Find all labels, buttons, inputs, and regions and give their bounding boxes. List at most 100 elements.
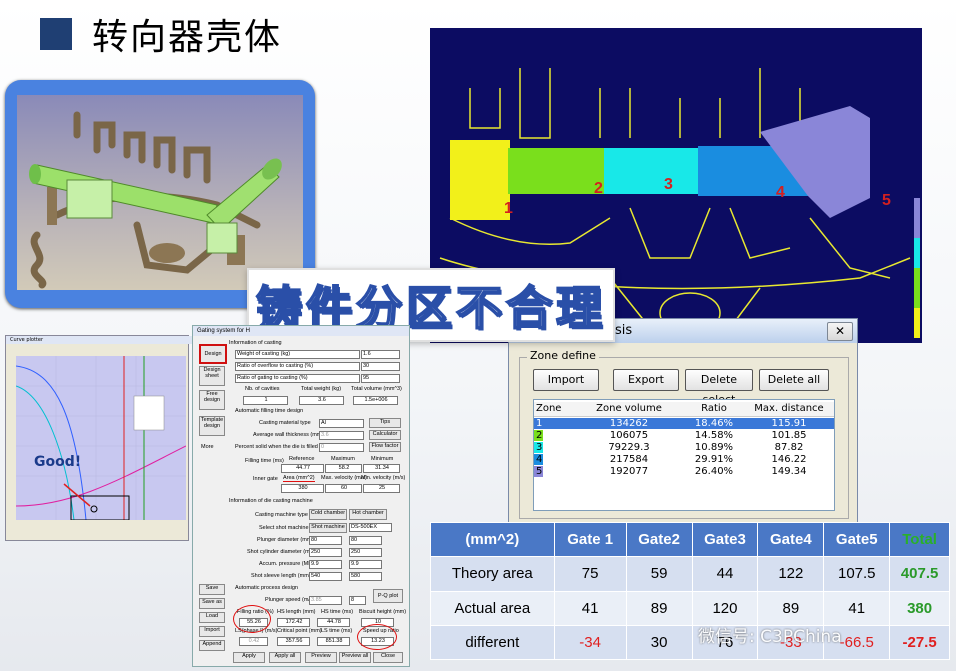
cell: 122	[757, 556, 825, 592]
zone-row-4[interactable]: 4 217584 29.91% 146.22	[534, 454, 834, 465]
header-gate2: Gate2	[625, 521, 693, 558]
material-select[interactable]: Al	[319, 419, 364, 428]
save-button[interactable]: Save	[199, 584, 225, 595]
weight-input[interactable]: 1.6	[361, 350, 400, 359]
zone-table[interactable]: Zone Zone volume Ratio Max. distance 1 1…	[533, 399, 835, 511]
append-button[interactable]: Append	[199, 640, 225, 651]
weight-select[interactable]: Weight of casting (kg)	[235, 350, 360, 359]
delete-select-button[interactable]: Delete select	[685, 369, 753, 406]
gate-min-velocity[interactable]: 25	[363, 484, 400, 493]
header-gate5: Gate5	[823, 521, 891, 558]
close-button[interactable]: Close	[373, 652, 403, 663]
max-velocity-label: Max. velocity (m/s)	[321, 475, 367, 481]
plunger-speed-2[interactable]: 8	[349, 596, 366, 605]
fill-maximum[interactable]: 58.2	[325, 464, 362, 473]
wall-input[interactable]: 3.6	[319, 431, 364, 440]
export-button[interactable]: Export	[613, 369, 679, 391]
curve-plotter-window: Curve plotter Good!	[5, 335, 192, 541]
header-total: Total	[889, 521, 950, 558]
sleeve-value-2[interactable]: 580	[349, 572, 382, 581]
plot-title: Curve plotter	[10, 337, 44, 343]
total-volume-label: Total volume (mm^3)	[351, 386, 402, 392]
zone-2	[508, 148, 604, 194]
watermark: 微信号: C3PChina	[698, 627, 842, 647]
design-sheet-button[interactable]: Design sheet	[199, 366, 225, 386]
zone-row-2[interactable]: 2 106075 14.58% 101.85	[534, 430, 834, 441]
import-button[interactable]: Import	[533, 369, 599, 391]
title-bullet	[40, 18, 72, 50]
plunger-speed-label: Plunger speed (m/s)	[265, 597, 315, 603]
section-machine: Information of die casting machine	[229, 498, 313, 504]
accum-value-1[interactable]: 9.9	[309, 560, 342, 569]
apply-button[interactable]: Apply	[233, 652, 265, 663]
zone-row-5[interactable]: 5 192077 26.40% 149.34	[534, 466, 834, 477]
hot-chamber-button[interactable]: Hot chamber	[349, 509, 387, 520]
cell: 192077	[609, 466, 649, 477]
gate-max-velocity[interactable]: 60	[325, 484, 362, 493]
highlight-filling-ratio	[233, 605, 271, 633]
template-design-button[interactable]: Template design	[199, 416, 225, 436]
table-row: Actual area 41 89 120 89 41 380	[430, 590, 950, 626]
tips-button[interactable]: Tips	[369, 418, 401, 428]
shot-cyl-value-2[interactable]: 250	[349, 548, 382, 557]
plunger-speed-1[interactable]: 3.85	[309, 596, 342, 605]
zone-label-5: 5	[882, 192, 891, 209]
col-max-distance[interactable]: Max. distance	[746, 402, 832, 416]
zone-row-1[interactable]: 1 134262 18.46% 115.91	[534, 418, 834, 429]
reference-label: Reference	[289, 456, 315, 462]
cold-chamber-button[interactable]: Cold chamber	[309, 509, 347, 520]
inner-gate-label: Inner gate	[253, 476, 278, 482]
sleeve-value-1[interactable]: 540	[309, 572, 342, 581]
cavities-input[interactable]: 1	[243, 396, 288, 405]
design-button[interactable]: Design	[199, 344, 227, 364]
fill-minimum[interactable]: 31.34	[363, 464, 400, 473]
biscuit-label: Biscuit height (mm)	[359, 609, 407, 615]
ls-phase-value: 0.42	[239, 637, 268, 646]
zone-row-3[interactable]: 3 79229.3 10.89% 87.82	[534, 442, 834, 453]
free-design-button[interactable]: Free design	[199, 390, 225, 410]
col-zone-volume[interactable]: Zone volume	[584, 402, 674, 416]
more-checkbox[interactable]: More	[201, 444, 214, 450]
plunger-value-2[interactable]: 80	[349, 536, 382, 545]
section-casting: Information of casting	[229, 340, 282, 346]
row-label: Theory area	[430, 556, 555, 592]
shot-cyl-value-1[interactable]: 250	[309, 548, 342, 557]
plunger-value-1[interactable]: 80	[309, 536, 342, 545]
shot-machine-button[interactable]: Shot machine	[309, 523, 347, 533]
cell: 41	[553, 590, 627, 626]
gate-area-comparison-table: (mm^2) Gate 1 Gate2 Gate3 Gate4 Gate5 To…	[430, 521, 950, 661]
row-label: Actual area	[430, 590, 555, 626]
pq-plot-button[interactable]: P-Q plot	[373, 589, 403, 603]
save-as-button[interactable]: Save as	[199, 598, 225, 609]
cell: 75	[553, 556, 627, 592]
overflow-select[interactable]: Ratio of overflow to casting (%)	[235, 362, 360, 371]
preview-button[interactable]: Preview	[305, 652, 337, 663]
cell: 18.46%	[694, 418, 734, 429]
close-button[interactable]: ✕	[827, 322, 853, 341]
calculator-button[interactable]: Calculator	[369, 430, 401, 440]
flow-factor-button[interactable]: Flow factor	[369, 442, 401, 452]
plot-toolbar[interactable]	[6, 345, 188, 353]
preview-all-button[interactable]: Preview all	[339, 652, 371, 663]
col-ratio[interactable]: Ratio	[684, 402, 744, 416]
percent-label: Percent solid when the die is filled (%)	[235, 444, 328, 450]
auto-process-checkbox[interactable]: Automatic process design	[235, 585, 298, 591]
gating-ratio-input[interactable]: 95	[361, 374, 400, 383]
overflow-input[interactable]: 30	[361, 362, 400, 371]
cell: 115.91	[771, 418, 807, 429]
machine-model: DS-500EX	[349, 523, 392, 532]
auto-fill-checkbox[interactable]: Automatic filling time design	[235, 408, 303, 414]
gate-area[interactable]: 380	[281, 484, 324, 493]
load-button[interactable]: Load	[199, 612, 225, 623]
import-button[interactable]: Import	[199, 626, 225, 637]
select-machine-label: Select shot machine	[259, 525, 309, 531]
col-zone[interactable]: Zone	[536, 402, 566, 416]
total-volume-value: 1.5e+006	[353, 396, 398, 405]
apply-all-button[interactable]: Apply all	[269, 652, 301, 663]
accum-value-2[interactable]: 9.9	[349, 560, 382, 569]
gating-ratio-select[interactable]: Ratio of gating to casting (%)	[235, 374, 360, 383]
cell: 101.85	[771, 430, 807, 441]
sleeve-label: Shot sleeve length (mm)	[251, 573, 311, 579]
percent-input[interactable]: 0	[319, 443, 364, 452]
delete-all-button[interactable]: Delete all	[759, 369, 829, 391]
